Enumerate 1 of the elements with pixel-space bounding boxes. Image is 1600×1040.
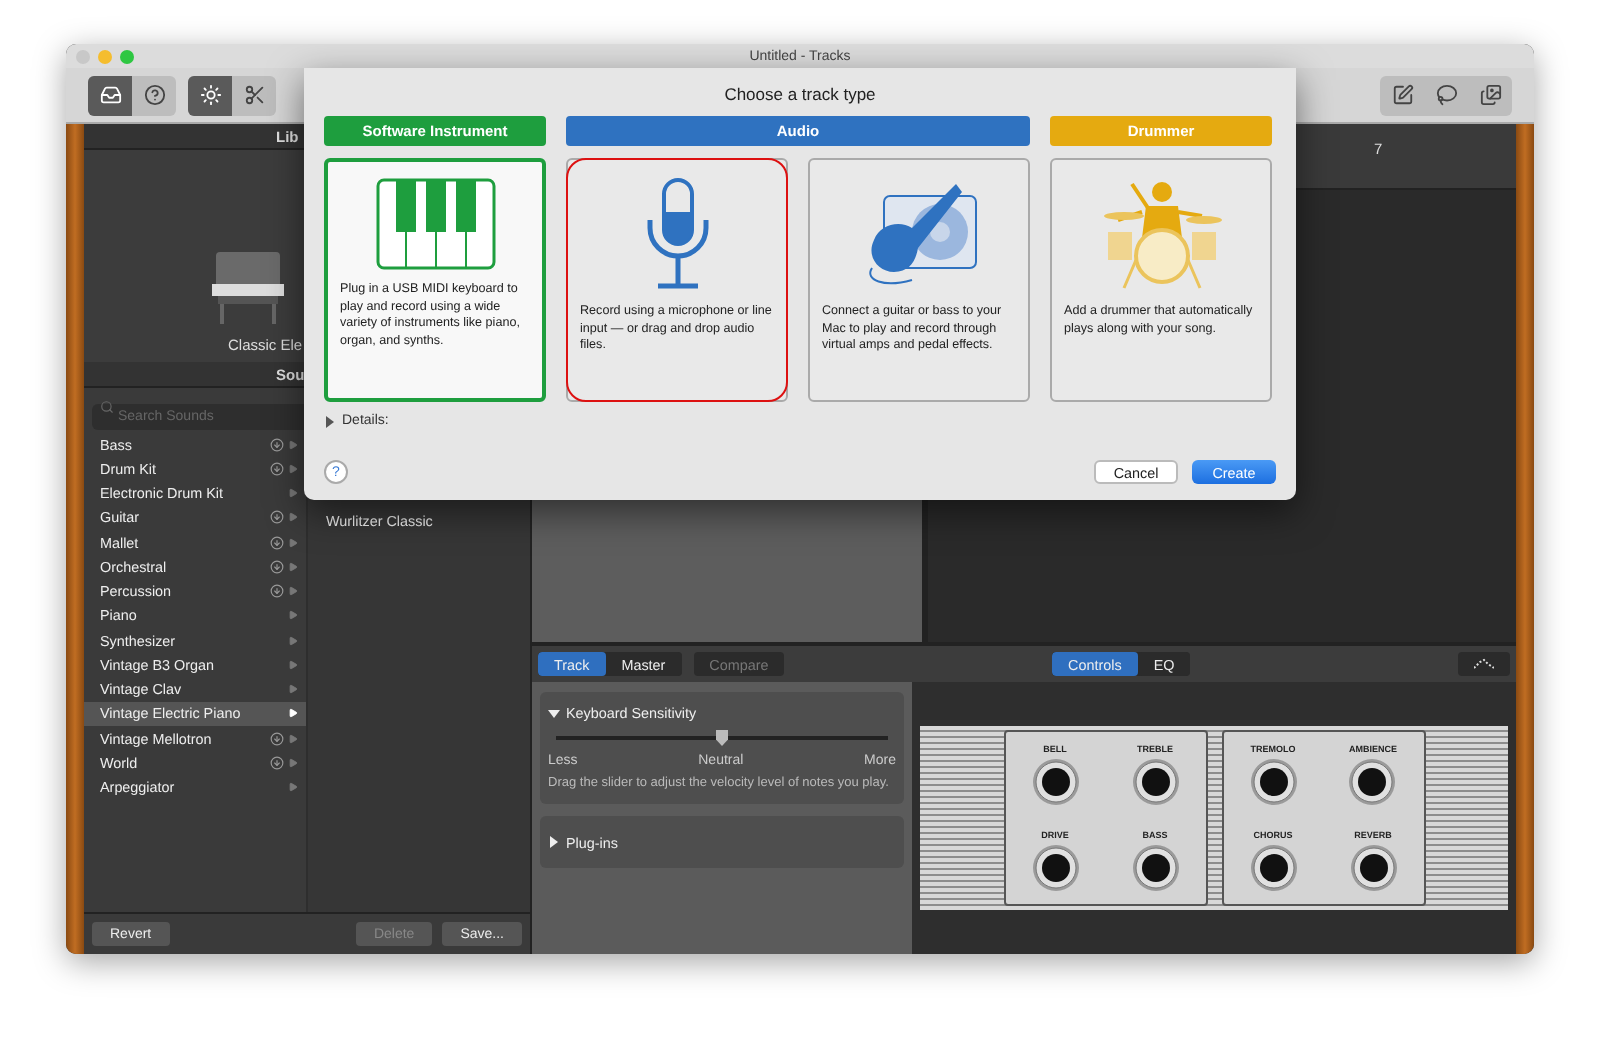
dialog-title: Choose a track type [722,84,878,104]
